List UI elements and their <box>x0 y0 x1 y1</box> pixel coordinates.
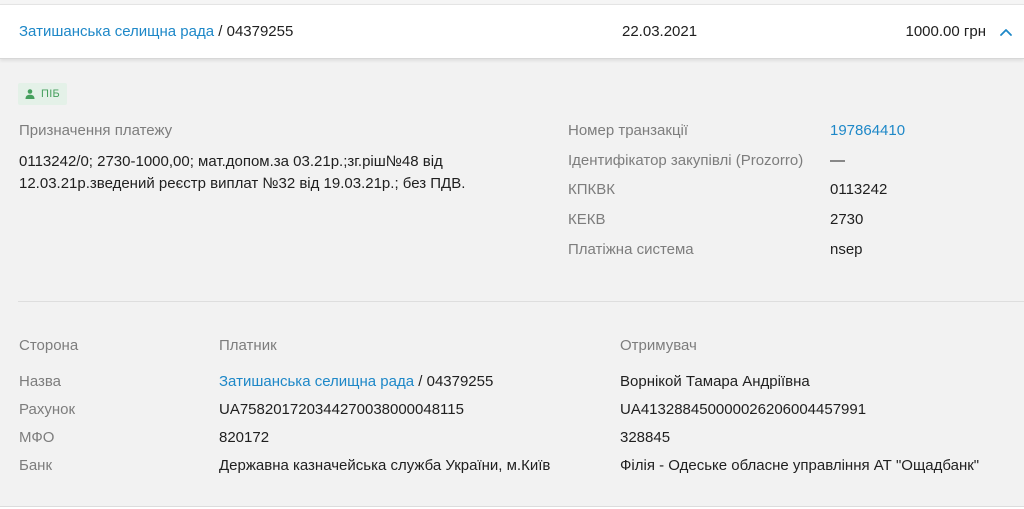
name-label: Назва <box>19 373 62 390</box>
pib-badge-label: ПІБ <box>41 88 61 100</box>
kekv-value: 2730 <box>830 211 864 228</box>
payment-system-value: nsep <box>830 241 863 258</box>
bank-label: Банк <box>19 457 53 474</box>
mfo-label: МФО <box>19 429 55 446</box>
receiver-header: Отримувач <box>620 337 697 354</box>
parties-account-row: Рахунок UA758201720344270038000048115 UA… <box>0 401 1024 419</box>
prozorro-label: Ідентифікатор закупівлі (Prozorro) <box>568 152 804 169</box>
payer-header: Платник <box>219 337 277 354</box>
kekv-label: КЕКВ <box>568 211 606 228</box>
transaction-number-link[interactable]: 197864410 <box>830 122 905 140</box>
payer-account: UA758201720344270038000048115 <box>219 401 464 418</box>
transaction-details-page: Затишанська селищна рада / 04379255 22.0… <box>0 0 1024 509</box>
parties-bank-row: Банк Державна казначейська служба Україн… <box>0 457 1024 475</box>
parties-table: Сторона Платник Отримувач Назва Затишанс… <box>0 335 1024 475</box>
header-payer-link[interactable]: Затишанська селищна рада <box>19 23 214 40</box>
account-label: Рахунок <box>19 401 76 418</box>
payer-name-link[interactable]: Затишанська селищна рада <box>219 373 414 390</box>
header-payer: Затишанська селищна рада / 04379255 <box>19 23 293 41</box>
payer-bank: Державна казначейська служба України, м.… <box>219 457 551 474</box>
parties-header-row: Сторона Платник Отримувач <box>0 337 1024 355</box>
meta-kpkvk-row: КПКВК 0113242 <box>568 181 998 199</box>
transaction-expanded-content: ПІБ Призначення платежу 0113242/0; 2730-… <box>0 59 1024 509</box>
section-divider <box>18 301 1024 302</box>
receiver-name: Ворнікой Тамара Андріївна <box>620 373 810 390</box>
transaction-label: Номер транзакції <box>568 122 689 139</box>
purpose-text: 0113242/0; 2730-1000,00; мат.допом.за 03… <box>19 153 466 192</box>
chevron-up-icon[interactable] <box>998 27 1014 39</box>
parties-mfo-row: МФО 820172 328845 <box>0 429 1024 447</box>
kpkvk-value: 0113242 <box>830 181 888 198</box>
header-payer-code: / 04379255 <box>214 23 294 40</box>
receiver-account: UA413288450000026206004457991 <box>620 401 867 418</box>
payer-name: Затишанська селищна рада / 04379255 <box>219 373 493 391</box>
receiver-mfo: 328845 <box>620 429 671 446</box>
header-amount: 1000.00 грн <box>905 23 987 40</box>
prozorro-value: — <box>830 152 845 169</box>
header-date: 22.03.2021 <box>622 23 698 40</box>
side-header: Сторона <box>19 337 79 354</box>
purpose-label: Призначення платежу <box>19 122 173 139</box>
kpkvk-label: КПКВК <box>568 181 615 198</box>
parties-name-row: Назва Затишанська селищна рада / 0437925… <box>0 373 1024 391</box>
meta-transaction-row: Номер транзакції 197864410 <box>568 122 998 140</box>
meta-prozorro-row: Ідентифікатор закупівлі (Prozorro) — <box>568 152 998 170</box>
meta-system-row: Платіжна система nsep <box>568 241 998 259</box>
pib-badge: ПІБ <box>18 83 68 105</box>
receiver-bank: Філія - Одеське обласне управління АТ "О… <box>620 457 980 474</box>
transaction-header-row[interactable]: Затишанська селищна рада / 04379255 22.0… <box>0 4 1024 59</box>
payer-mfo: 820172 <box>219 429 270 446</box>
payment-system-label: Платіжна система <box>568 241 694 258</box>
payer-name-code: / 04379255 <box>414 373 494 390</box>
person-icon <box>25 89 35 99</box>
meta-kekv-row: КЕКВ 2730 <box>568 211 998 229</box>
